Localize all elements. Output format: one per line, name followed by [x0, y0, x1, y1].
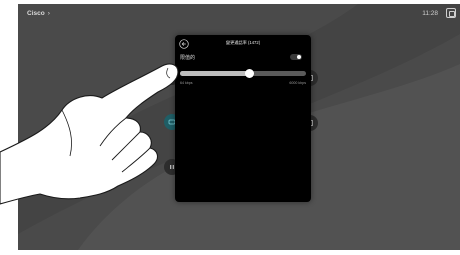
- hand-pointer-illustration: [0, 63, 179, 205]
